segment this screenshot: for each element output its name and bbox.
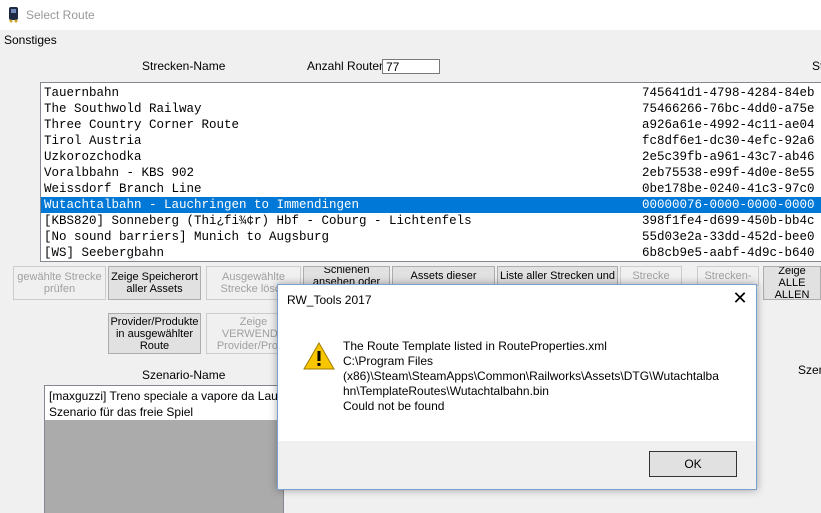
dialog-title: RW_Tools 2017 bbox=[287, 293, 372, 307]
route-guid: 75466266-76bc-4dd0-a75e bbox=[642, 102, 815, 116]
table-row[interactable]: Tauernbahn 745641d1-4798-4284-84eb bbox=[41, 85, 821, 101]
route-name: Weissdorf Branch Line bbox=[44, 182, 202, 196]
table-row[interactable]: Uzkorozchodka 2e5c39fb-a961-43c7-ab46 bbox=[41, 149, 821, 165]
route-name: The Southwold Railway bbox=[44, 102, 202, 116]
route-guid: 00000076-0000-0000-0000 bbox=[642, 198, 815, 212]
rails-button[interactable]: Schienen ansehen oder bbox=[303, 266, 390, 286]
message-line: (x86)\Steam\SteamApps\Common\Railworks\A… bbox=[343, 369, 719, 383]
show-all-button[interactable]: Zeige ALLE ALLEN bbox=[763, 266, 821, 300]
route-name: [KBS820] Sonneberg (Thi¿fi¾¢r) Hbf - Cob… bbox=[44, 214, 472, 228]
route-name: Uzkorozchodka bbox=[44, 150, 142, 164]
route-count-label: Anzahl Routen bbox=[307, 59, 386, 73]
ok-button[interactable]: OK bbox=[649, 451, 737, 477]
show-storage-button[interactable]: Zeige Speicherort aller Assets bbox=[108, 266, 201, 300]
table-row[interactable]: Weissdorf Branch Line 0be178be-0240-41c3-… bbox=[41, 181, 821, 197]
table-row[interactable]: The Southwold Railway 75466266-76bc-4dd0-… bbox=[41, 101, 821, 117]
route-guid: 0be178be-0240-41c3-97c0 bbox=[642, 182, 815, 196]
route-guid: 6b8cb9e5-aabf-4d9c-b640 bbox=[642, 246, 815, 260]
title-bar bbox=[0, 0, 821, 30]
train-app-icon bbox=[9, 7, 18, 23]
menu-bar: Sonstiges bbox=[0, 30, 821, 50]
check-route-button[interactable]: gewählte Strecke prüfen bbox=[13, 266, 106, 300]
window-title: Select Route bbox=[26, 8, 95, 22]
list-all-button[interactable]: Liste aller Strecken und bbox=[497, 266, 618, 286]
table-row[interactable]: [KBS820] Sonneberg (Thi¿fi¾¢r) Hbf - Cob… bbox=[41, 213, 821, 229]
route-guid: fc8df6e1-dc30-4efc-92a6 bbox=[642, 134, 815, 148]
route-name: Three Country Corner Route bbox=[44, 118, 240, 132]
scenario-details-area bbox=[45, 420, 283, 513]
right-column-label: St bbox=[812, 59, 821, 73]
table-row[interactable]: [No sound barriers] Munich to Augsburg 55… bbox=[41, 229, 821, 245]
message-line: Could not be found bbox=[343, 399, 445, 413]
table-row[interactable]: Voralbbahn - KBS 902 2eb75538-e99f-4d0e-8… bbox=[41, 165, 821, 181]
message-line: C:\Program Files bbox=[343, 354, 434, 368]
route-name: [WS] Seebergbahn bbox=[44, 246, 165, 260]
route-name: Wutachtalbahn - Lauchringen to Immending… bbox=[44, 198, 360, 212]
list-item[interactable]: [maxguzzi] Treno speciale a vapore da La… bbox=[49, 389, 283, 403]
table-row[interactable]: Wutachtalbahn - Lauchringen to Immending… bbox=[41, 197, 821, 213]
warning-icon bbox=[303, 342, 335, 370]
route-name: [No sound barriers] Munich to Augsburg bbox=[44, 230, 330, 244]
route-guid: 55d03e2a-33dd-452d-bee0 bbox=[642, 230, 815, 244]
provider-products-button[interactable]: Provider/Produkte in ausgewählter Route bbox=[108, 313, 201, 354]
scenario-name-label: Szenario-Name bbox=[142, 368, 226, 382]
route-name: Tauernbahn bbox=[44, 86, 120, 100]
table-row[interactable]: Three Country Corner Route a926a61e-4992-… bbox=[41, 117, 821, 133]
message-line: The Route Template listed in RouteProper… bbox=[343, 339, 607, 353]
route-list[interactable]: Tauernbahn 745641d1-4798-4284-84eb The Sou… bbox=[40, 82, 821, 262]
scenario-right-label: Szen bbox=[798, 363, 821, 377]
route-button[interactable]: Strecke bbox=[620, 266, 682, 286]
route-name: Voralbbahn - KBS 902 bbox=[44, 166, 195, 180]
assets-this-button[interactable]: Assets dieser bbox=[392, 266, 495, 286]
dialog-message: The Route Template listed in RouteProper… bbox=[343, 339, 719, 414]
menu-item-sonstiges[interactable]: Sonstiges bbox=[4, 33, 57, 47]
list-item[interactable]: Szenario für das freie Spiel bbox=[49, 405, 193, 419]
route-guid: 398f1fe4-d699-450b-bb4c bbox=[642, 214, 815, 228]
route2-button[interactable]: Strecken- bbox=[697, 266, 759, 286]
route-name-label: Strecken-Name bbox=[142, 59, 226, 73]
table-row[interactable]: Tirol Austria fc8df6e1-dc30-4efc-92a6 bbox=[41, 133, 821, 149]
error-dialog: RW_Tools 2017 ✕ The Route Template liste… bbox=[277, 284, 757, 490]
route-guid: 745641d1-4798-4284-84eb bbox=[642, 86, 815, 100]
route-count-field[interactable]: 77 bbox=[382, 59, 440, 74]
table-row[interactable]: [WS] Seebergbahn 6b8cb9e5-aabf-4d9c-b640 bbox=[41, 245, 821, 261]
message-line: hn\TemplateRoutes\Wutachtalbahn.bin bbox=[343, 384, 549, 398]
route-guid: 2eb75538-e99f-4d0e-8e55 bbox=[642, 166, 815, 180]
route-guid: 2e5c39fb-a961-43c7-ab46 bbox=[642, 150, 815, 164]
route-name: Tirol Austria bbox=[44, 134, 142, 148]
route-guid: a926a61e-4992-4c11-ae04 bbox=[642, 118, 815, 132]
close-icon[interactable]: ✕ bbox=[730, 289, 750, 309]
